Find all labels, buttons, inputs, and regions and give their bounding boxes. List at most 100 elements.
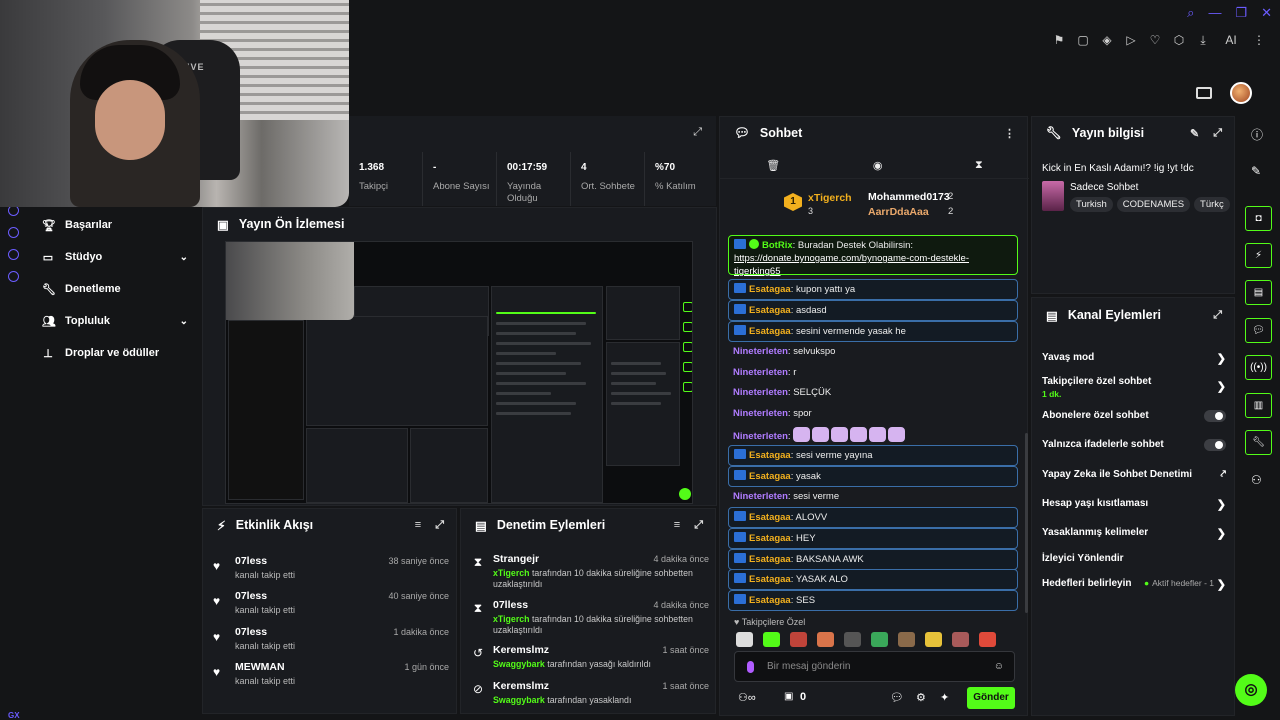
host-viewers-row[interactable]: İzleyici Yönlendir [1042,553,1228,564]
chat-message[interactable]: Esatagaa: SES [728,590,1018,611]
more-icon[interactable]: ⋮ [1004,127,1015,140]
history-icon[interactable] [8,227,19,238]
snapshot-icon[interactable]: ▢ [1076,33,1090,47]
mod-tools-icon[interactable]: ✦ [940,691,949,704]
emote[interactable] [817,632,834,647]
emote[interactable] [844,632,861,647]
chat-message[interactable]: Nineterleten: spor [728,404,1018,423]
send-button[interactable]: Gönder [967,687,1015,709]
chat-message[interactable]: Esatagaa: BAKSANA AWK [728,549,1018,570]
info-icon[interactable]: ⓘ [1251,126,1263,143]
ai-moderation-row[interactable]: Yapay Zeka ile Sohbet Denetimi ⤤ [1042,469,1228,480]
trash-icon[interactable]: 🗑︎ [766,159,780,172]
preview-screen[interactable] [225,241,693,504]
emote[interactable] [979,632,996,647]
chat-message[interactable]: Nineterleten: r [728,363,1018,382]
chat-message[interactable]: Esatagaa: sesi verme yayına [728,445,1018,466]
nav-item-achievements[interactable]: 🏆︎ Başarılar [42,215,192,235]
users-icon[interactable]: ⚇∞ [738,691,756,704]
minimize-icon[interactable]: — [1208,5,1221,21]
chat-message[interactable]: BotRix: Buradan Destek Olabilirsin: http… [728,235,1018,277]
goals-row[interactable]: Hedefleri belirleyinAktif hedefler - 1❯ [1042,578,1228,591]
emotes-only-toggle[interactable] [1204,439,1226,451]
bookmark-icon[interactable]: ⚑ [1052,33,1066,47]
gifter-name[interactable]: xTigerch [808,192,852,204]
extension-icon[interactable]: ⬡ [1172,33,1186,47]
chat-settings-icon[interactable]: ◉ [873,159,883,172]
widget-activity-button[interactable]: ⚡︎ [1245,243,1272,268]
extensions-icon[interactable] [8,249,19,260]
chat-bubble-icon[interactable]: 💬︎ [890,691,904,704]
nav-item-studio[interactable]: ▭ Stüdyo ⌄ [42,247,192,267]
chat-message[interactable]: Nineterleten: SELÇÜK [728,383,1018,402]
close-icon[interactable]: ✕ [1261,5,1272,21]
emote[interactable] [925,632,942,647]
gifter-name[interactable]: Mohammed0173 [868,191,950,203]
edit-icon[interactable]: ✎ [1190,127,1199,140]
subscribers-only-toggle[interactable] [1204,410,1226,422]
widget-broadcast-button[interactable]: ((•)) [1245,355,1272,380]
slow-mode-row[interactable]: Yavaş mod ❯ [1042,352,1228,365]
account-age-row[interactable]: Hesap yaşı kısıtlaması ❯ [1042,498,1228,511]
widget-moderation-button[interactable]: ▤ [1245,280,1272,305]
chat-message[interactable]: Esatagaa: asdasd [728,300,1018,321]
emote[interactable] [736,632,753,647]
cube-icon[interactable]: ◈ [1100,33,1114,47]
list-item: ♥ 07less kanalı takip etti 38 saniye önc… [213,555,449,580]
chat-message[interactable]: Nineterleten: [728,424,1018,446]
search-icon[interactable]: ⌕ [1187,5,1194,21]
widget-wrench-button[interactable]: 🔧︎ [1245,430,1272,455]
banned-words-row[interactable]: Yasaklanmış kelimeler ❯ [1042,527,1228,540]
nav-item-community[interactable]: 👥︎ Topluluk ⌄ [42,311,192,331]
emote[interactable] [898,632,915,647]
emote[interactable] [952,632,969,647]
widget-stats-button[interactable]: ◘ [1245,206,1272,231]
restore-icon[interactable]: ❐ [1235,5,1247,21]
widget-chat-button[interactable]: 💬︎ [1245,318,1272,343]
panel-header: 💬︎ Sohbet ⋮ [720,117,1027,149]
nav-item-moderation[interactable]: 🔧︎ Denetleme [42,279,192,299]
heart-icon[interactable]: ♡ [1148,33,1162,47]
popout-icon[interactable]: ⤢ [1213,127,1222,140]
ai-icon[interactable]: AI [1220,33,1242,47]
popout-icon[interactable]: ⤢ [1213,309,1222,322]
panel-header: ▤ Denetim Eylemleri ≡ ⤢ [461,509,715,541]
stat-followers: 1.368 Takipçi [349,152,423,206]
emote[interactable] [790,632,807,647]
hourglass-icon[interactable]: ⧗ [975,159,983,172]
filter-icon[interactable]: ≡ [415,519,421,532]
popout-icon[interactable]: ⤢ [435,519,444,532]
chat-scrollbar[interactable] [1025,433,1028,613]
chat-message[interactable]: Nineterleten: sesi verme [728,487,1018,506]
emoji-icon[interactable]: ☺ [994,661,1004,672]
filter-icon[interactable]: ≡ [674,519,680,532]
gifter-name[interactable]: AarrDdaAaa [868,206,929,218]
donate-link[interactable]: https://donate.bynogame.com/bynogame-com… [734,253,969,277]
chat-message[interactable]: Esatagaa: sesini vermende yasak he [728,321,1018,342]
nav-item-drops[interactable]: ⊥ Droplar ve ödüller [42,343,192,363]
help-button[interactable]: ◎ [1235,674,1267,706]
chat-message[interactable]: Esatagaa: yasak [728,466,1018,487]
popout-icon[interactable]: ⤢ [694,519,703,532]
edit-icon[interactable]: ✎ [1251,164,1261,178]
emote[interactable] [763,632,780,647]
download-icon[interactable]: ⤓ [1196,33,1210,48]
microphone-icon[interactable] [747,661,754,673]
chat-message[interactable]: Esatagaa: HEY [728,528,1018,549]
chat-message[interactable]: Esatagaa: kupon yattı ya [728,279,1018,300]
chat-input[interactable]: Bir mesaj gönderin ☺ [734,651,1015,682]
studio-icon[interactable] [1196,87,1212,99]
popout-icon[interactable]: ⤢ [693,126,702,139]
avatar[interactable] [1230,82,1252,104]
followers-only-row[interactable]: Takipçilere özel sohbet 1 dk. ❯ [1042,376,1228,399]
settings-icon[interactable] [8,271,19,282]
emote[interactable] [871,632,888,647]
menu-icon[interactable]: ⋮ [1252,33,1266,47]
chat-message[interactable]: Esatagaa: YASAK ALO [728,569,1018,590]
widget-channel-button[interactable]: ▥ [1245,393,1272,418]
play-icon[interactable]: ▷ [1124,33,1138,47]
community-icon[interactable]: ⚇ [1251,473,1262,487]
chat-message[interactable]: Nineterleten: selvukspo [728,342,1018,361]
gear-icon[interactable]: ⚙ [916,691,926,704]
chat-message[interactable]: Esatagaa: ALOVV [728,507,1018,528]
